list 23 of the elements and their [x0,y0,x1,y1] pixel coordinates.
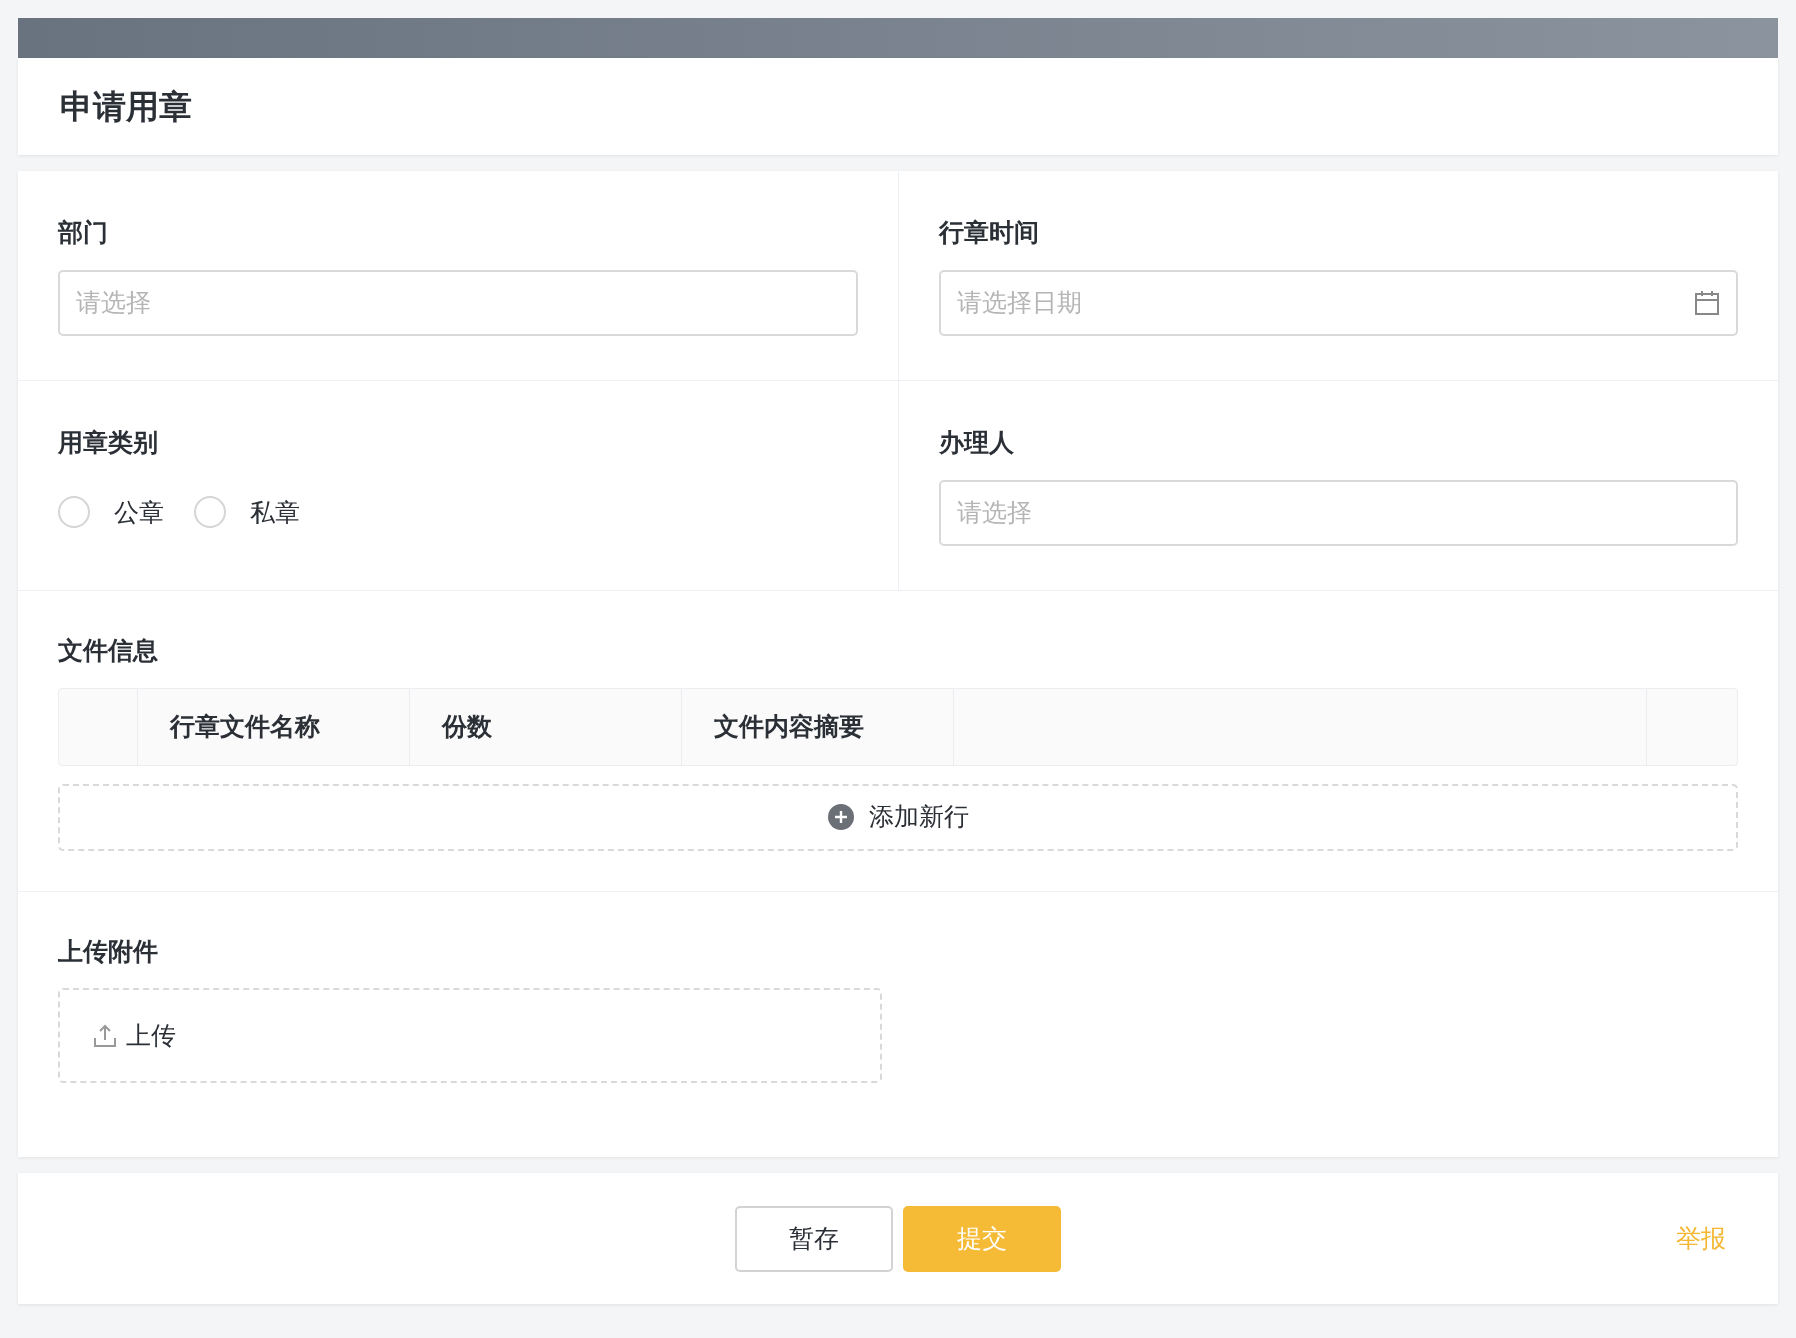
column-header: 份数 [410,688,682,765]
radio-label[interactable]: 公章 [114,493,164,531]
radio-button[interactable] [194,496,226,529]
upload-button[interactable]: 上传 [58,988,882,1083]
radio-button[interactable] [58,496,90,529]
plus-circle-icon [827,803,855,831]
calendar-icon [1694,289,1720,316]
add-row-button[interactable]: 添加新行 [58,783,1738,851]
select-field[interactable]: 请选择 [58,269,858,336]
section-label: 上传附件 [58,935,159,968]
column-header: 文件内容摘要 [682,688,954,765]
radio-label[interactable]: 私章 [250,493,300,531]
select-field[interactable]: 请选择 [938,479,1738,546]
section-label: 文件信息 [58,635,159,667]
field-label: 用章类别 [58,427,159,459]
page-title: 申请用章 [60,86,192,127]
field-label: 办理人 [938,427,1015,459]
field-label: 行章时间 [938,217,1040,249]
column-header: 行章文件名称 [138,688,410,765]
upload-icon [92,1022,118,1049]
save-draft-button[interactable]: 暂存 [735,1205,893,1272]
date-field[interactable]: 请选择日期 [938,269,1738,336]
field-label: 部门 [58,217,109,249]
